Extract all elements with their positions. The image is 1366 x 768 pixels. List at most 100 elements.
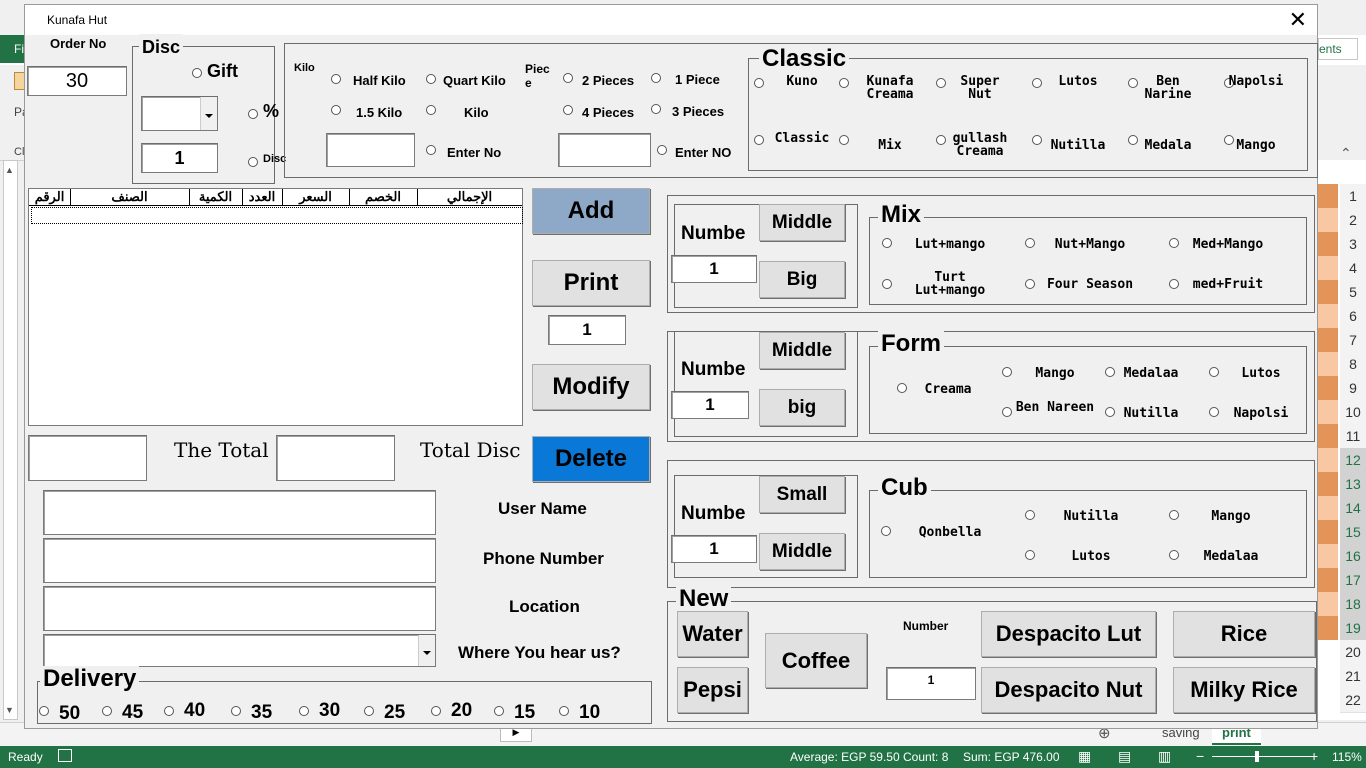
cub-option-radio[interactable] [1025, 510, 1035, 520]
sheet-cell[interactable] [1318, 352, 1338, 377]
sheet-cell[interactable] [1318, 400, 1338, 425]
row-number[interactable]: 10 [1340, 400, 1366, 425]
delivery-option-radio[interactable] [39, 706, 49, 716]
sheet-cell[interactable] [1318, 496, 1338, 521]
location-field[interactable] [43, 586, 436, 631]
sheet-cell[interactable] [1318, 328, 1338, 353]
row-number[interactable]: 12 [1340, 448, 1366, 473]
despacito-lut-button[interactable]: Despacito Lut [981, 611, 1156, 657]
row-number[interactable]: 20 [1340, 640, 1366, 665]
sheet-cell[interactable] [1318, 304, 1338, 329]
mix-option-radio[interactable] [1025, 279, 1035, 289]
cub-number-field[interactable]: 1 [671, 535, 757, 563]
one-piece-radio[interactable] [651, 73, 661, 83]
row-number[interactable]: 2 [1340, 208, 1366, 233]
sheet-cell[interactable] [1318, 232, 1338, 257]
print-copies-field[interactable]: 1 [548, 315, 626, 345]
user-name-field[interactable] [43, 490, 436, 535]
page-layout-icon[interactable]: ▤ [1118, 748, 1131, 765]
delivery-option-radio[interactable] [164, 706, 174, 716]
classic-option-radio[interactable] [754, 135, 764, 145]
mix-option-radio[interactable] [882, 238, 892, 248]
sheet-cell[interactable] [1318, 376, 1338, 401]
cub-option-radio[interactable] [1169, 550, 1179, 560]
add-button[interactable]: Add [532, 188, 650, 234]
classic-option-radio[interactable] [754, 78, 764, 88]
row-number[interactable]: 19 [1340, 616, 1366, 641]
scroll-down-icon[interactable]: ▼ [5, 705, 14, 715]
row-number[interactable]: 1 [1340, 184, 1366, 209]
sheet-cell[interactable] [1318, 424, 1338, 449]
delivery-option-radio[interactable] [364, 706, 374, 716]
one-half-kilo-radio[interactable] [331, 105, 341, 115]
cub-middle-button[interactable]: Middle [759, 533, 845, 570]
row-number[interactable]: 15 [1340, 520, 1366, 545]
mix-number-field[interactable]: 1 [671, 255, 757, 283]
sheet-cell[interactable] [1318, 592, 1338, 617]
mix-option-radio[interactable] [1025, 238, 1035, 248]
zoom-slider-thumb[interactable] [1255, 751, 1259, 762]
delivery-option-radio[interactable] [299, 706, 309, 716]
form-big-button[interactable]: big [759, 389, 845, 426]
mix-middle-button[interactable]: Middle [759, 204, 845, 241]
despacito-nut-button[interactable]: Despacito Nut [981, 667, 1156, 713]
row-number[interactable]: 11 [1340, 424, 1366, 449]
close-icon[interactable]: ✕ [1289, 7, 1307, 33]
kilo-enter-no-field[interactable] [326, 133, 415, 167]
sheet-cell[interactable] [1318, 280, 1338, 305]
form-option-radio[interactable] [1002, 407, 1012, 417]
quart-kilo-radio[interactable] [426, 74, 436, 84]
mix-option-radio[interactable] [882, 279, 892, 289]
piece-enter-no-field[interactable] [558, 133, 651, 167]
cub-small-button[interactable]: Small [759, 476, 845, 513]
kilo-enter-no-radio[interactable] [426, 145, 436, 155]
phone-number-field[interactable] [43, 538, 436, 583]
classic-option-radio[interactable] [1032, 135, 1042, 145]
sheet-cell[interactable] [1318, 544, 1338, 569]
order-items-grid[interactable]: الإجمالي الخصم السعر العدد الكمية الصنف … [28, 188, 523, 426]
sheet-cell[interactable] [1318, 472, 1338, 497]
mix-big-button[interactable]: Big [759, 261, 845, 298]
classic-option-radio[interactable] [1032, 78, 1042, 88]
row-number[interactable]: 5 [1340, 280, 1366, 305]
two-pieces-radio[interactable] [563, 73, 573, 83]
row-number[interactable]: 7 [1340, 328, 1366, 353]
delivery-option-radio[interactable] [231, 706, 241, 716]
sheet-cell[interactable] [1318, 568, 1338, 593]
row-number[interactable]: 9 [1340, 376, 1366, 401]
row-number[interactable]: 18 [1340, 592, 1366, 617]
chevron-down-icon[interactable] [200, 97, 217, 130]
sheet-cell[interactable] [1318, 256, 1338, 281]
sheet-cell[interactable] [1318, 208, 1338, 233]
delivery-option-radio[interactable] [494, 706, 504, 716]
classic-option-radio[interactable] [839, 78, 849, 88]
row-number[interactable]: 21 [1340, 664, 1366, 689]
disc-value-field[interactable]: 1 [141, 143, 218, 173]
zoom-slider[interactable] [1212, 756, 1312, 757]
zoom-in-icon[interactable]: + [1310, 748, 1318, 764]
milky-rice-button[interactable]: Milky Rice [1173, 667, 1315, 713]
row-number[interactable]: 17 [1340, 568, 1366, 593]
form-creama-radio[interactable] [897, 383, 907, 393]
delivery-option-radio[interactable] [559, 706, 569, 716]
four-pieces-radio[interactable] [563, 105, 573, 115]
excel-comments-tab[interactable]: ents [1318, 38, 1358, 60]
normal-view-icon[interactable]: ▦ [1078, 748, 1091, 765]
cub-qonbella-radio[interactable] [881, 526, 891, 536]
cub-option-radio[interactable] [1025, 550, 1035, 560]
sheet-cell[interactable] [1318, 184, 1338, 209]
page-break-icon[interactable]: ▥ [1158, 748, 1171, 765]
delete-button[interactable]: Delete [532, 436, 650, 482]
form-option-radio[interactable] [1209, 407, 1219, 417]
sheet-cell[interactable] [1318, 616, 1338, 641]
order-no-field[interactable]: 30 [27, 66, 127, 96]
rice-button[interactable]: Rice [1173, 611, 1315, 657]
form-number-field[interactable]: 1 [671, 391, 749, 419]
delivery-option-radio[interactable] [102, 706, 112, 716]
disc-type-dropdown[interactable] [141, 96, 218, 131]
grid-selected-row[interactable] [31, 207, 523, 224]
where-hear-dropdown[interactable] [43, 634, 436, 667]
row-number[interactable]: 14 [1340, 496, 1366, 521]
excel-vertical-scrollbar[interactable]: ▲ ▼ [3, 160, 18, 720]
disc-radio[interactable] [248, 157, 258, 167]
